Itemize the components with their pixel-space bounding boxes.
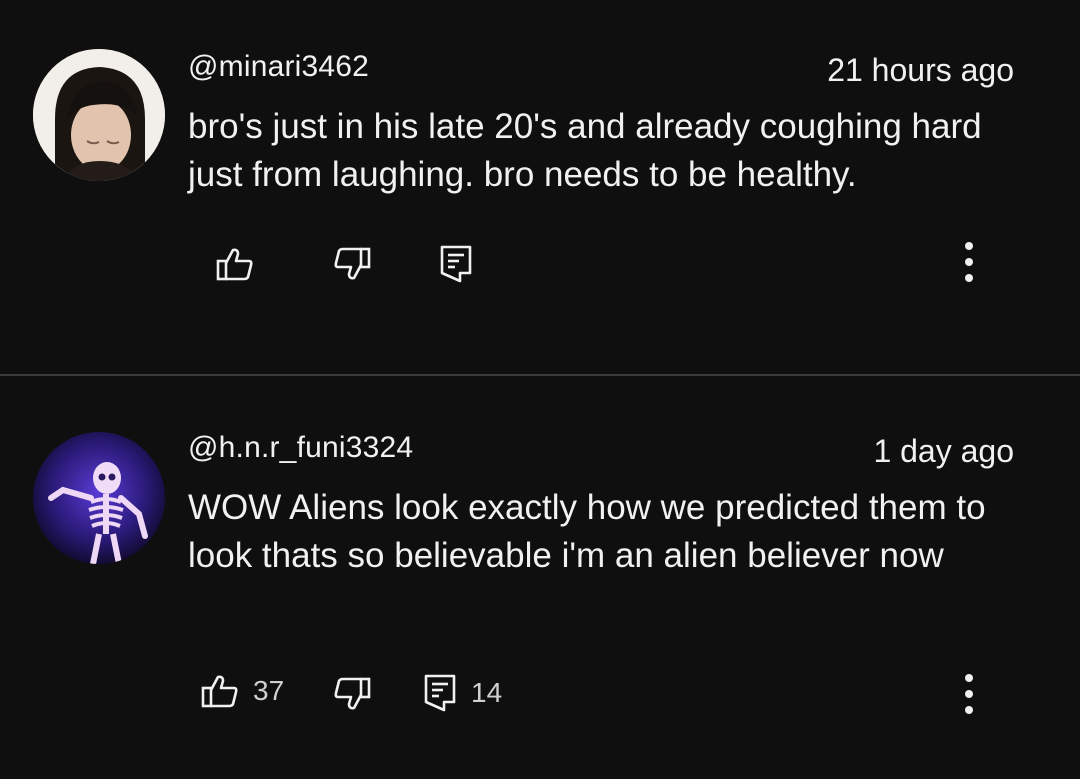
more-options-button[interactable] (958, 672, 980, 720)
like-button[interactable] (216, 246, 254, 282)
more-vertical-icon (965, 242, 973, 282)
more-vertical-icon (965, 674, 973, 714)
like-button[interactable]: 37 (201, 673, 284, 709)
avatar[interactable] (33, 432, 165, 564)
comment-item: @minari3462 21 hours ago bro's just in h… (0, 0, 1080, 374)
reply-comment-icon (440, 245, 472, 283)
dislike-button[interactable] (333, 246, 371, 282)
avatar-image (33, 49, 165, 181)
comment-username[interactable]: @minari3462 (188, 50, 369, 84)
reply-button[interactable]: 14 (423, 673, 502, 713)
like-count: 37 (253, 675, 285, 706)
thumbs-up-icon (201, 675, 238, 708)
avatar-image (33, 432, 165, 564)
reply-comment-icon (424, 674, 456, 712)
reply-count: 14 (471, 677, 503, 708)
dislike-button[interactable] (333, 676, 371, 712)
avatar[interactable] (33, 49, 165, 181)
comment-timestamp[interactable]: 1 day ago (873, 433, 1014, 470)
comment-text: WOW Aliens look exactly how we predicted… (188, 488, 986, 575)
reply-button[interactable] (439, 244, 473, 284)
comment-username[interactable]: @h.n.r_funi3324 (188, 431, 413, 465)
thumbs-down-icon (334, 677, 371, 710)
comment-text: bro's just in his late 20's and already … (188, 107, 982, 194)
thumbs-up-icon (216, 248, 253, 281)
comment-item: @h.n.r_funi3324 1 day ago WOW Aliens loo… (0, 376, 1080, 779)
comment-timestamp[interactable]: 21 hours ago (827, 52, 1014, 89)
thumbs-down-icon (334, 247, 371, 280)
more-options-button[interactable] (958, 240, 980, 288)
